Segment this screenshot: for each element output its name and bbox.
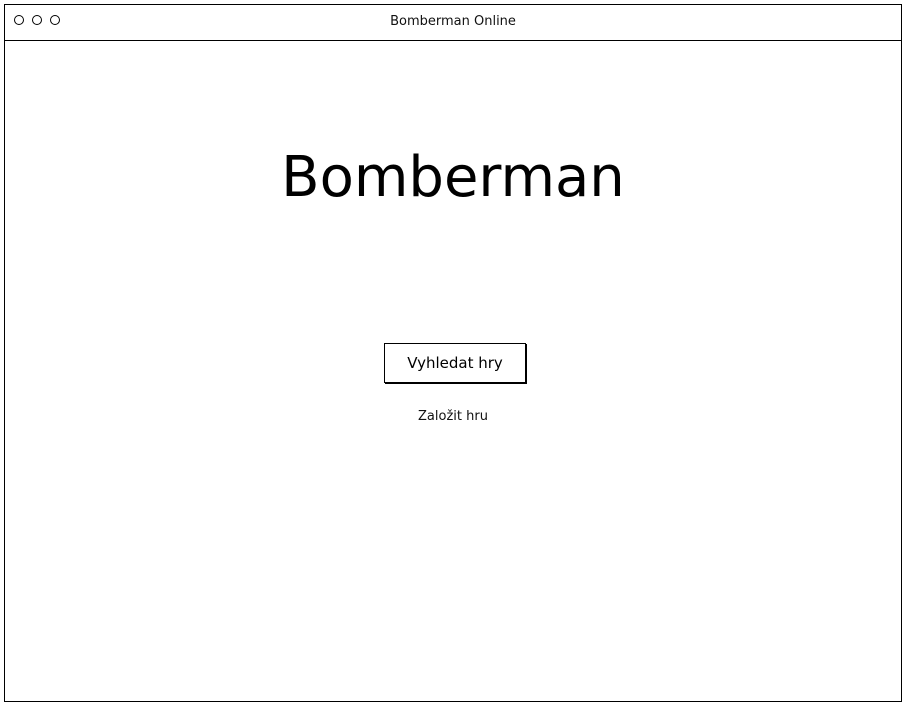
create-game-link[interactable]: Založit hru xyxy=(5,409,901,424)
page-title: Bomberman xyxy=(281,145,625,210)
browser-window: Bomberman Online Bomberman Vyhledat hry … xyxy=(4,4,902,702)
main-content: Bomberman Vyhledat hry Založit hru xyxy=(5,41,901,701)
search-games-button[interactable]: Vyhledat hry xyxy=(384,343,526,383)
title-bar: Bomberman Online xyxy=(5,5,901,41)
window-title: Bomberman Online xyxy=(390,14,516,29)
